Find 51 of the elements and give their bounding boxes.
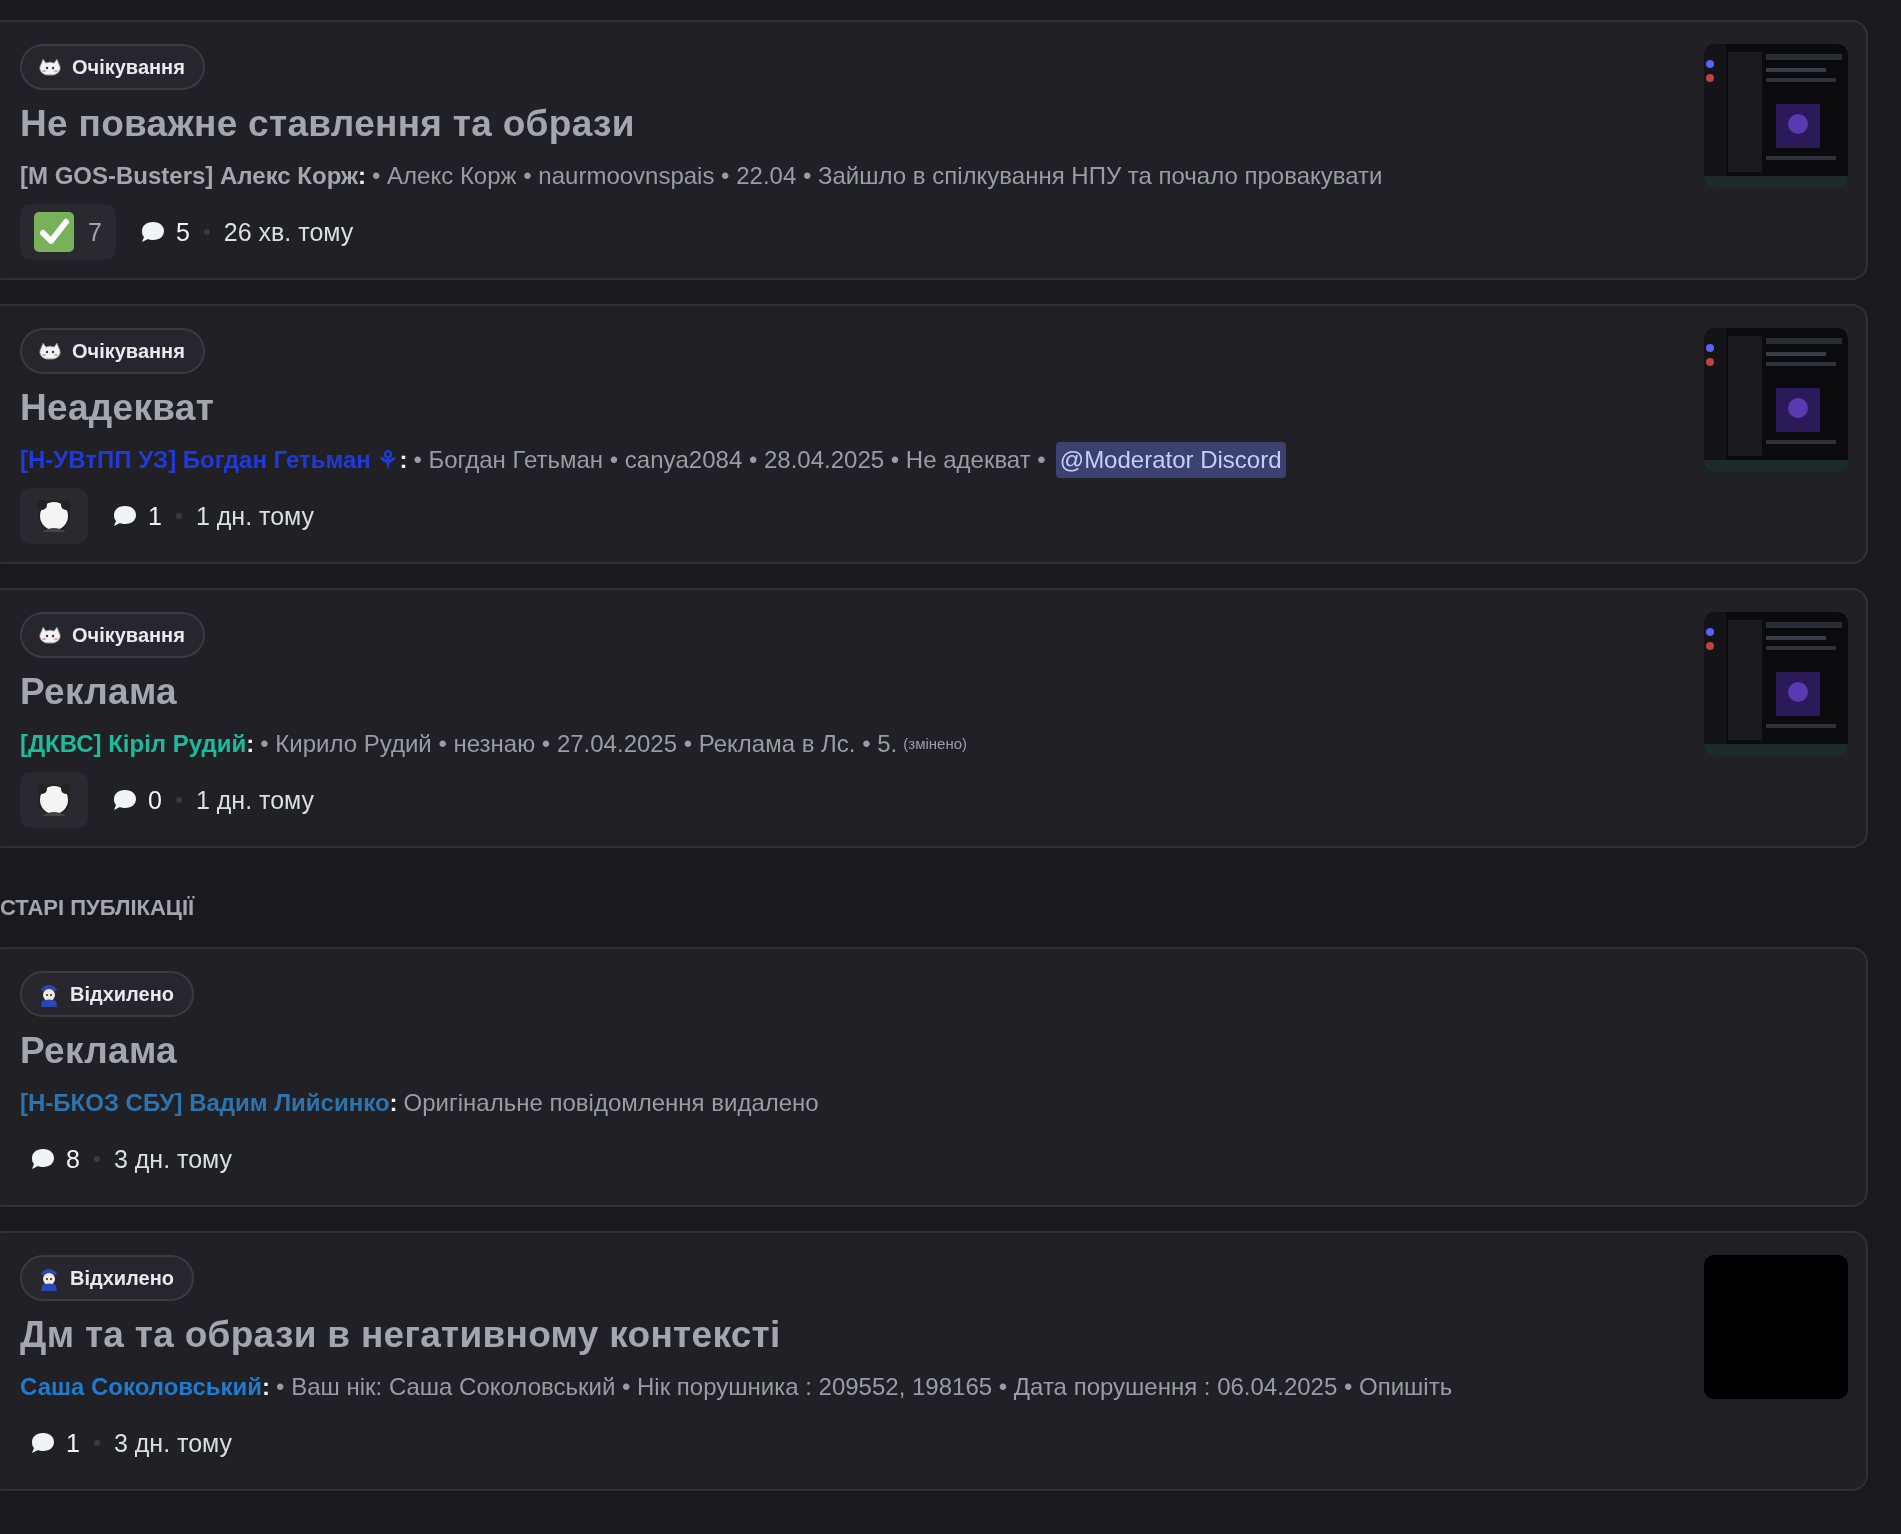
comment-icon <box>30 1431 56 1455</box>
colon: : <box>358 161 366 191</box>
status-tag[interactable]: Очікування <box>20 612 205 658</box>
post-title: Неадекват <box>20 386 216 430</box>
message-preview: • Богдан Гетьман • canya2084 • 28.04.2025 • Не адекват • <box>413 445 1046 475</box>
comment-count: 1 <box>66 1428 80 1458</box>
post-card[interactable]: Відхилено Дм та та образи в негативному контексті Саша Соколовський: • Ваш нік: Саша Соколовський • Нік порушника : 209552, 198165 • Дата порушення : 06.04.2025 • Опишіть 1 3 дн. тому <box>0 1231 1868 1491</box>
status-tag[interactable]: Відхилено <box>20 1255 194 1301</box>
author-name[interactable]: Саша Соколовський <box>20 1369 263 1405</box>
comment-icon <box>30 1147 56 1171</box>
message-preview: Оригінальне повідомлення видалено <box>403 1088 819 1118</box>
status-tag[interactable]: Очікування <box>20 328 205 374</box>
check-mark-icon <box>34 212 74 252</box>
comment-icon <box>112 788 138 812</box>
post-time: 1 дн. тому <box>195 785 315 815</box>
message-preview: • Ваш нік: Саша Соколовський • Нік порушника : 209552, 198165 • Дата порушення : 06.04.2025 • Опишіть <box>276 1372 1453 1402</box>
reaction-button[interactable]: 7 <box>20 204 116 260</box>
author-name[interactable]: [M GOS-Busters] Алекс Корж <box>20 158 358 194</box>
edited-label: (змінено) <box>903 734 968 754</box>
post-title: Дм та та образи в негативному контексті <box>20 1313 782 1357</box>
comment-count: 0 <box>148 785 162 815</box>
cat-icon <box>38 340 62 362</box>
status-tag[interactable]: Відхилено <box>20 971 194 1017</box>
post-card[interactable]: Відхилено Реклама [Н-БКОЗ СБУ] Вадим Лийсинко: Оригінальне повідомлення видалено 8 3 дн. тому <box>0 947 1868 1207</box>
section-heading: СТАРІ ПУБЛІКАЦІЇ <box>0 894 196 922</box>
post-title: Не поважне ставлення та образи <box>20 102 636 146</box>
comment-icon <box>112 504 138 528</box>
post-card[interactable]: Очікування Неадекват [Н-УВтПП УЗ] Богдан Гетьман ⚘: • Богдан Гетьман • canya2084 • 28.04.2025 • Не адекват • @Moderator Discord 1 1 дн. тому <box>0 304 1868 564</box>
post-title: Реклама <box>20 1029 178 1073</box>
post-card[interactable]: Очікування Реклама [ДКВС] Кіріл Рудий: • Кирило Рудий • незнаю • 27.04.2025 • Реклама в Лс. • 5. (змінено) 0 1 дн. тому <box>0 588 1868 848</box>
author-name[interactable]: [ДКВС] Кіріл Рудий <box>20 726 247 762</box>
comment-count: 8 <box>66 1144 80 1174</box>
colon: : <box>262 1372 271 1402</box>
post-time: 3 дн. тому <box>113 1428 233 1458</box>
comment-icon <box>139 220 166 244</box>
comment-count: 1 <box>148 501 162 531</box>
post-time: 3 дн. тому <box>113 1144 233 1174</box>
post-time: 1 дн. тому <box>195 501 315 531</box>
mention[interactable]: @Moderator Discord <box>1055 442 1286 478</box>
colon: : <box>399 445 408 475</box>
post-title: Реклама <box>20 670 178 714</box>
cat-icon <box>38 56 62 78</box>
cat-icon <box>38 624 62 646</box>
message-preview: • Алекс Корж • naurmoovnspais • 22.04 • Зайшло в спілкування НПУ та почало провакувати <box>372 161 1383 191</box>
comment-count: 5 <box>175 217 190 247</box>
post-card[interactable]: Очікування Не поважне ставлення та образи [M GOS-Busters] Алекс Корж: • Алекс Корж • naurmoovnspais • 22.04 • Зайшло в спілкування НПУ та почало провакувати 7 5 26 хв. тому <box>0 20 1868 280</box>
status-tag[interactable]: Очікування <box>20 44 205 90</box>
post-time: 26 хв. тому <box>223 217 354 247</box>
message-preview: • Кирило Рудий • незнаю • 27.04.2025 • Реклама в Лс. • 5. <box>260 729 898 759</box>
colon: : <box>389 1088 398 1118</box>
colon: : <box>246 729 255 759</box>
